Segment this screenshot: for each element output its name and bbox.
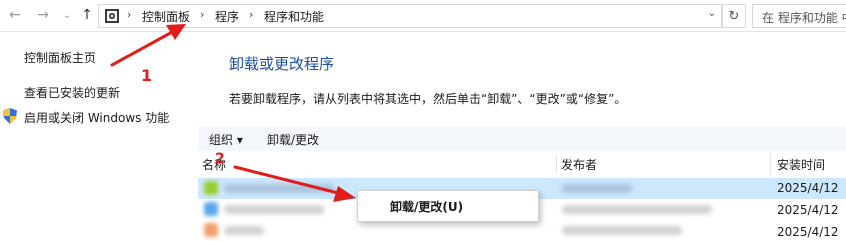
annotation-arrowhead-2: [333, 186, 356, 202]
annotation-arrow-2: [233, 165, 344, 196]
annotation-arrows: [110, 24, 356, 202]
annotation-arrow-1: [110, 29, 176, 67]
annotation-step-2: 2: [215, 151, 225, 167]
annotation-arrowhead-1: [166, 24, 186, 40]
annotation-step-1: 1: [141, 66, 153, 85]
